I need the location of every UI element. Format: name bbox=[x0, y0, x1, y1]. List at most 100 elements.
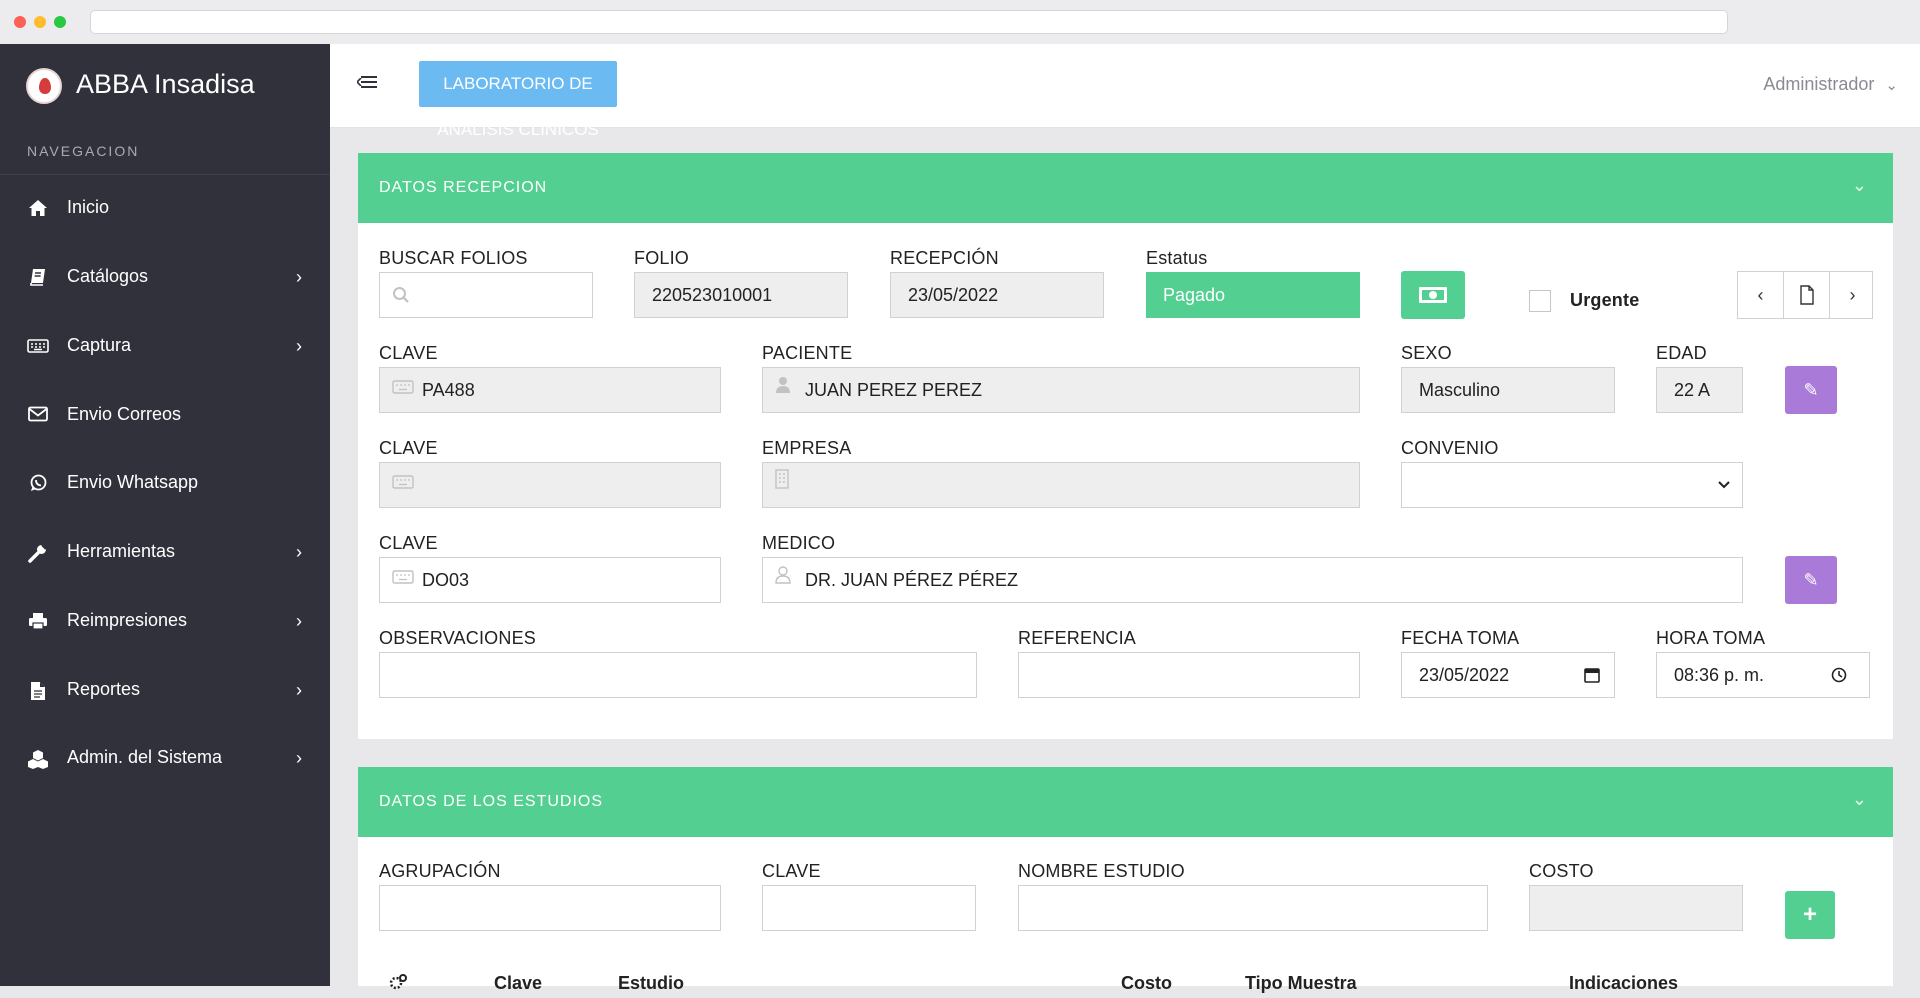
nombre-estudio-label: NOMBRE ESTUDIO bbox=[1018, 861, 1185, 881]
empresa-field[interactable] bbox=[762, 462, 1360, 508]
home-icon bbox=[27, 199, 49, 219]
keyboard-icon bbox=[27, 337, 49, 357]
edad-label: EDAD bbox=[1656, 343, 1707, 363]
empresa-label: EMPRESA bbox=[762, 438, 852, 458]
column-header-tipo-muestra[interactable]: Tipo Muestra bbox=[1245, 973, 1357, 994]
observaciones-input[interactable] bbox=[379, 652, 977, 698]
plus-icon: + bbox=[1802, 901, 1817, 928]
blood-drop-logo-icon bbox=[26, 68, 62, 104]
window-chrome bbox=[0, 0, 1920, 44]
envelope-icon bbox=[27, 406, 49, 426]
money-icon bbox=[1418, 287, 1448, 308]
sidebar-item-catalogos[interactable]: Catálogos › bbox=[0, 253, 330, 303]
chevron-down-icon: ⌄ bbox=[1885, 77, 1898, 94]
sexo-label: SEXO bbox=[1401, 343, 1452, 363]
payment-button[interactable] bbox=[1401, 271, 1465, 319]
minimize-window-button[interactable] bbox=[34, 16, 46, 28]
laboratory-button[interactable]: LABORATORIO DE ANÁLISIS CLÍNICOS bbox=[419, 61, 617, 139]
keyboard-icon bbox=[392, 368, 414, 412]
medico-field[interactable]: DR. JUAN PÉREZ PÉREZ bbox=[762, 557, 1743, 603]
column-header-clave[interactable]: Clave bbox=[494, 973, 542, 994]
paciente-clave-field[interactable]: PA488 bbox=[379, 367, 721, 413]
clock-icon[interactable] bbox=[1831, 653, 1847, 701]
empresa-clave-field[interactable] bbox=[379, 462, 721, 508]
printer-icon bbox=[27, 612, 49, 632]
chevron-down-icon[interactable]: ⌄ bbox=[1852, 175, 1867, 196]
fecha-toma-label: FECHA TOMA bbox=[1401, 628, 1520, 648]
fecha-toma-input[interactable]: 23/05/2022 bbox=[1401, 652, 1615, 698]
document-button[interactable] bbox=[1784, 272, 1829, 318]
urgente-label: Urgente bbox=[1570, 290, 1640, 310]
folio-field[interactable]: 220523010001 bbox=[634, 272, 848, 318]
brand[interactable]: ABBA Insadisa bbox=[0, 44, 330, 128]
agrupacion-input[interactable] bbox=[379, 885, 721, 931]
estudios-panel-header[interactable]: DATOS DE LOS ESTUDIOS ⌄ bbox=[358, 767, 1893, 837]
sidebar-item-envio-correos[interactable]: Envio Correos bbox=[0, 391, 330, 441]
estudio-clave-label: CLAVE bbox=[762, 861, 821, 881]
book-icon bbox=[27, 268, 49, 288]
medico-clave-field[interactable]: DO03 bbox=[379, 557, 721, 603]
convenio-label: CONVENIO bbox=[1401, 438, 1499, 458]
panel-title: DATOS DE LOS ESTUDIOS bbox=[379, 793, 604, 810]
chevron-down-icon[interactable]: ⌄ bbox=[1852, 789, 1867, 810]
wrench-icon bbox=[27, 543, 49, 563]
estatus-field[interactable]: Pagado bbox=[1146, 272, 1360, 318]
brand-name: ABBA Insadisa bbox=[76, 69, 255, 99]
folio-pager: ‹ › bbox=[1737, 271, 1873, 319]
column-header-costo[interactable]: Costo bbox=[1121, 973, 1172, 994]
recepcion-date-field[interactable]: 23/05/2022 bbox=[890, 272, 1104, 318]
recepcion-label: RECEPCIÓN bbox=[890, 248, 999, 268]
search-icon bbox=[392, 273, 410, 322]
menu-toggle-icon[interactable] bbox=[357, 76, 377, 92]
agrupacion-label: AGRUPACIÓN bbox=[379, 861, 501, 881]
referencia-label: REFERENCIA bbox=[1018, 628, 1137, 648]
user-menu[interactable]: Administrador ⌄ bbox=[1763, 74, 1898, 95]
add-estudio-button[interactable]: + bbox=[1785, 891, 1835, 939]
address-bar[interactable] bbox=[90, 10, 1728, 34]
hora-toma-input[interactable]: 08:36 p. m. bbox=[1656, 652, 1870, 698]
referencia-input[interactable] bbox=[1018, 652, 1360, 698]
sidebar-item-admin-sistema[interactable]: Admin. del Sistema › bbox=[0, 734, 330, 784]
close-window-button[interactable] bbox=[14, 16, 26, 28]
edit-paciente-button[interactable]: ✎ bbox=[1785, 366, 1837, 414]
edad-field[interactable]: 22 A bbox=[1656, 367, 1743, 413]
paciente-label: PACIENTE bbox=[762, 343, 853, 363]
panel-title: DATOS RECEPCION bbox=[379, 179, 548, 196]
chevron-down-icon bbox=[1718, 463, 1730, 507]
observaciones-label: OBSERVACIONES bbox=[379, 628, 536, 648]
buscar-folios-input[interactable] bbox=[379, 272, 593, 318]
sidebar-item-envio-whatsapp[interactable]: Envio Whatsapp bbox=[0, 459, 330, 509]
previous-button[interactable]: ‹ bbox=[1738, 272, 1783, 318]
chevron-right-icon: › bbox=[296, 748, 302, 768]
maximize-window-button[interactable] bbox=[54, 16, 66, 28]
calendar-icon[interactable] bbox=[1584, 653, 1600, 701]
edit-medico-button[interactable]: ✎ bbox=[1785, 556, 1837, 604]
sexo-field[interactable]: Masculino bbox=[1401, 367, 1615, 413]
costo-label: COSTO bbox=[1529, 861, 1594, 881]
medico-label: MEDICO bbox=[762, 533, 836, 553]
chevron-right-icon: › bbox=[296, 611, 302, 631]
building-icon bbox=[775, 463, 789, 507]
sidebar-item-inicio[interactable]: Inicio bbox=[0, 184, 330, 234]
keyboard-icon bbox=[392, 558, 414, 602]
estudio-clave-input[interactable] bbox=[762, 885, 976, 931]
sidebar-item-reportes[interactable]: Reportes › bbox=[0, 666, 330, 716]
convenio-select[interactable] bbox=[1401, 462, 1743, 508]
nombre-estudio-input[interactable] bbox=[1018, 885, 1488, 931]
sidebar-item-reimpresiones[interactable]: Reimpresiones › bbox=[0, 597, 330, 647]
recepcion-panel: DATOS RECEPCION ⌄ BUSCAR FOLIOS FOLIO 22… bbox=[358, 153, 1893, 739]
sidebar-item-herramientas[interactable]: Herramientas › bbox=[0, 528, 330, 578]
top-header: LABORATORIO DE ANÁLISIS CLÍNICOS Adminis… bbox=[330, 44, 1920, 139]
column-header-indicaciones[interactable]: Indicaciones bbox=[1569, 973, 1678, 994]
keyboard-icon bbox=[392, 463, 414, 507]
column-header-estudio[interactable]: Estudio bbox=[618, 973, 684, 994]
paciente-field[interactable]: JUAN PEREZ PEREZ bbox=[762, 367, 1360, 413]
document-icon bbox=[27, 681, 49, 701]
sidebar-item-captura[interactable]: Captura › bbox=[0, 322, 330, 372]
chevron-right-icon: › bbox=[296, 680, 302, 700]
recepcion-panel-header[interactable]: DATOS RECEPCION ⌄ bbox=[358, 153, 1893, 223]
whatsapp-icon bbox=[27, 474, 49, 494]
next-button[interactable]: › bbox=[1830, 272, 1875, 318]
costo-field[interactable] bbox=[1529, 885, 1743, 931]
urgente-checkbox[interactable] bbox=[1529, 290, 1551, 312]
